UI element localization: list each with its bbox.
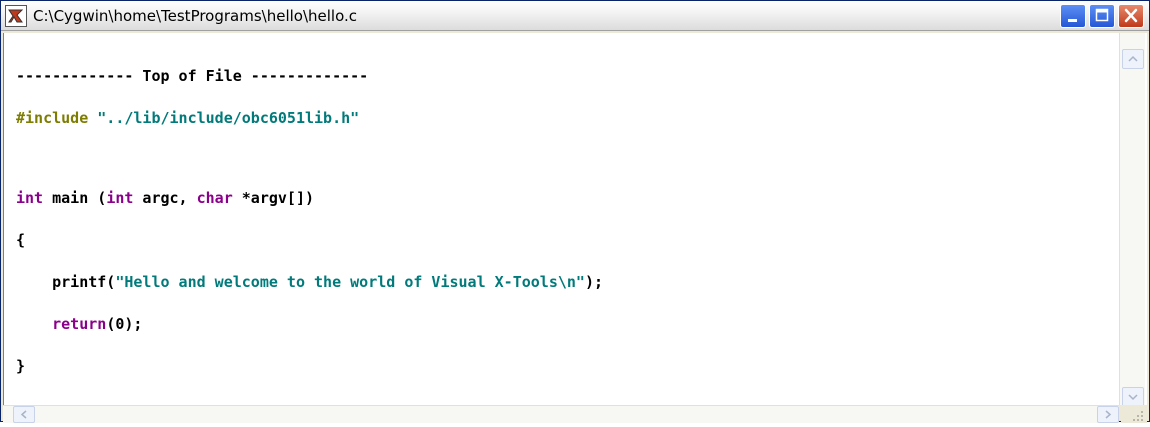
close-button[interactable] — [1118, 4, 1144, 28]
code-text[interactable]: ------------- Top of File ------------- … — [16, 41, 603, 401]
argv-param: *argv[]) — [232, 189, 315, 207]
return-value: (0); — [106, 315, 143, 333]
main-signature: main ( — [43, 189, 107, 207]
chevron-up-icon — [1128, 55, 1138, 62]
resize-grip-icon — [1133, 411, 1143, 421]
keyword-int: int — [16, 189, 44, 207]
code-line-main: int main (int argc, char *argv[]) — [16, 189, 603, 207]
close-icon — [1124, 8, 1138, 23]
maximize-button[interactable] — [1089, 4, 1115, 28]
title-bar[interactable]: C:\Cygwin\home\TestPrograms\hello\hello.… — [1, 1, 1149, 31]
scroll-left-button[interactable] — [13, 406, 35, 423]
scroll-up-button[interactable] — [1122, 49, 1144, 69]
close-brace: } — [16, 357, 26, 375]
printf-end: ); — [584, 273, 604, 291]
argc-param: argc, — [133, 189, 197, 207]
include-path: "../lib/include/obc6051lib.h" — [88, 109, 360, 127]
printf-string: "Hello and welcome to the world of Visua… — [115, 273, 585, 291]
minimize-button[interactable] — [1060, 4, 1086, 28]
scroll-right-button[interactable] — [1097, 406, 1119, 423]
window-title: C:\Cygwin\home\TestPrograms\hello\hello.… — [33, 7, 358, 25]
chevron-left-icon — [20, 410, 27, 419]
xtools-app-icon[interactable] — [5, 5, 27, 27]
code-line-return: return(0); — [16, 315, 603, 333]
horizontal-scrollbar[interactable] — [3, 405, 1119, 423]
keyword-int-2: int — [106, 189, 134, 207]
code-line-include: #include "../lib/include/obc6051lib.h" — [16, 109, 603, 127]
code-editor[interactable]: ------------- Top of File ------------- … — [3, 33, 1147, 405]
editor-window: C:\Cygwin\home\TestPrograms\hello\hello.… — [0, 0, 1150, 423]
vertical-scrollbar[interactable] — [1119, 33, 1145, 407]
chevron-down-icon — [1128, 394, 1138, 401]
top-of-file-marker: ------------- Top of File ------------- — [16, 67, 369, 85]
keyword-return: return — [52, 315, 107, 333]
scroll-down-button[interactable] — [1122, 387, 1144, 407]
resize-grip[interactable] — [1121, 405, 1147, 423]
chevron-right-icon — [1105, 410, 1112, 419]
include-directive: #include — [16, 109, 89, 127]
keyword-char: char — [196, 189, 233, 207]
printf-call: printf( — [52, 273, 116, 291]
minimize-icon — [1068, 19, 1077, 22]
maximize-icon — [1095, 8, 1109, 22]
open-brace: { — [16, 231, 26, 249]
code-line-printf: printf("Hello and welcome to the world o… — [16, 273, 604, 291]
